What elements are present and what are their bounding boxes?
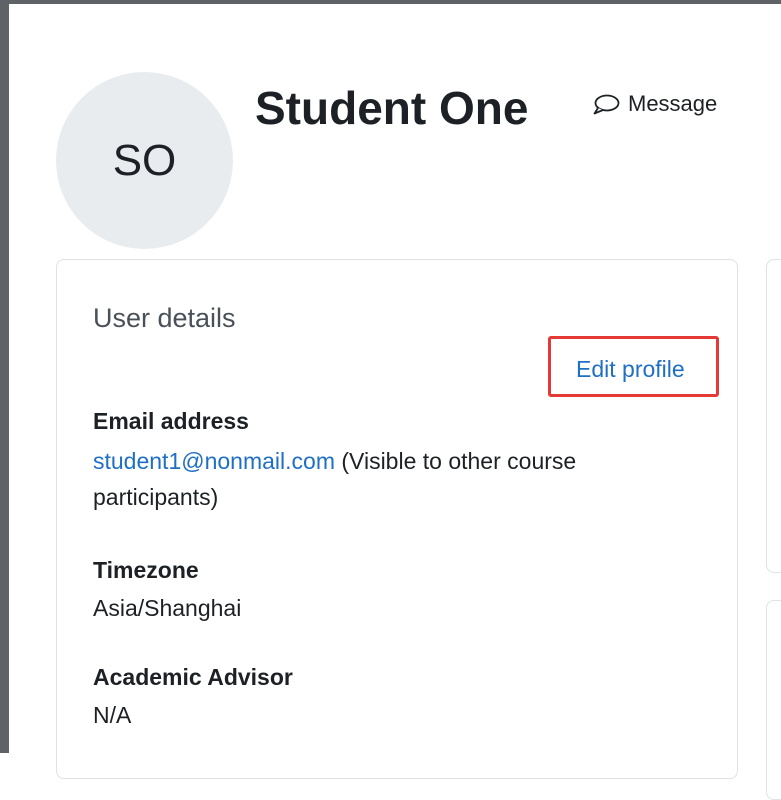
message-label: Message bbox=[628, 91, 718, 116]
speech-bubble-icon bbox=[592, 93, 620, 115]
avatar: SO bbox=[56, 72, 233, 249]
card-title: User details bbox=[93, 303, 236, 333]
timezone-value: Asia/Shanghai bbox=[93, 595, 242, 621]
email-visibility-note-cont: participants) bbox=[93, 484, 219, 510]
email-address-label: Email address bbox=[93, 408, 249, 434]
window-frame-left bbox=[0, 0, 9, 753]
edit-profile-link[interactable]: Edit profile bbox=[576, 355, 685, 383]
user-details-card: User details Edit profile Email address … bbox=[56, 259, 738, 779]
side-card bbox=[766, 259, 781, 573]
side-card-lower bbox=[766, 600, 781, 800]
avatar-initials: SO bbox=[112, 135, 177, 185]
academic-advisor-value: N/A bbox=[93, 702, 132, 728]
email-address-value: student1@nonmail.com (Visible to other c… bbox=[93, 443, 693, 515]
message-button[interactable]: Message bbox=[592, 91, 717, 117]
email-link[interactable]: student1@nonmail.com bbox=[93, 448, 335, 474]
academic-advisor-label: Academic Advisor bbox=[93, 664, 293, 690]
email-visibility-note: (Visible to other course bbox=[334, 448, 577, 474]
page-title: Student One bbox=[255, 82, 529, 134]
window-frame-top bbox=[0, 0, 781, 4]
timezone-label: Timezone bbox=[93, 557, 199, 583]
